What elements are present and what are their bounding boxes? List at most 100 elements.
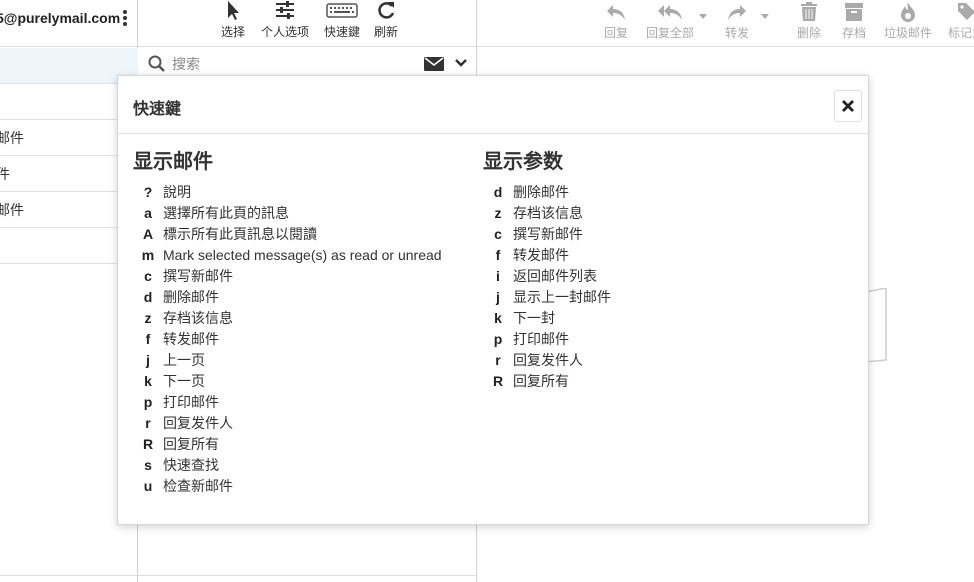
list-toolbar: 选择 个人选项 快速鍵 刷新: [138, 0, 477, 47]
preferences-label: 个人选项: [260, 25, 309, 39]
shortcut-key: p: [143, 394, 153, 410]
mark-button[interactable]: 标记为: [945, 0, 974, 46]
shortcut-key: z: [144, 310, 152, 326]
reply-all-icon: [658, 5, 682, 20]
shortcut-key: ?: [143, 184, 153, 200]
folder-label: 邮件: [0, 130, 24, 146]
reply-all-caret-icon[interactable]: [699, 14, 707, 19]
reply-all-label: 回复全部: [645, 26, 694, 40]
shortcut-description: 下一页: [163, 373, 205, 389]
shortcut-row: A 標示所有此頁訊息以閱讀: [133, 224, 442, 245]
shortcut-row: k 下一封: [483, 308, 611, 329]
shortcut-description: 快速查找: [163, 457, 219, 473]
shortcut-description: 存档该信息: [163, 310, 233, 326]
shortcut-row: d 删除邮件: [483, 182, 611, 203]
shortcut-row: z 存档该信息: [133, 308, 442, 329]
chevron-down-icon[interactable]: [455, 58, 467, 68]
dialog-header: 快速鍵: [118, 76, 868, 134]
shortcut-description: 說明: [163, 184, 191, 200]
select-button[interactable]: 选择: [216, 0, 250, 46]
shortcut-description: 存档该信息: [513, 205, 583, 221]
refresh-icon: [378, 2, 395, 19]
shortcut-row: c 撰写新邮件: [483, 224, 611, 245]
shortcut-row: j 上一页: [133, 350, 442, 371]
junk-button[interactable]: 垃圾邮件: [881, 0, 935, 46]
pointer-icon: [228, 1, 239, 20]
archive-button[interactable]: 存档: [840, 0, 868, 46]
shortcut-row: ? 說明: [133, 182, 442, 203]
section-heading: 显示参数: [483, 151, 563, 173]
shortcut-description: 標示所有此頁訊息以閱讀: [163, 226, 317, 242]
section-heading: 显示邮件: [133, 151, 213, 173]
shortcut-row: R 回复所有: [133, 434, 442, 455]
reply-all-button[interactable]: 回复全部: [644, 0, 696, 46]
list-footer-divider: [138, 575, 477, 576]
delete-button[interactable]: 删除: [795, 0, 823, 46]
shortcut-key: R: [492, 373, 504, 389]
shortcut-description: 打印邮件: [163, 394, 219, 410]
shortcuts-dialog: 快速鍵 显示邮件 ? 說明 a 選擇所有此頁的訊息 A 標示所有此頁訊息以閱讀 m Mark …: [117, 75, 869, 525]
shortcut-description: 返回邮件列表: [513, 268, 597, 284]
shortcut-description: 撰写新邮件: [513, 226, 583, 242]
sidebar-footer-divider: [0, 575, 138, 576]
shortcuts-button[interactable]: 快速鍵: [322, 0, 362, 46]
reply-label: 回复: [603, 26, 628, 40]
shortcut-description: 显示上一封邮件: [513, 289, 611, 305]
account-menu-icon[interactable]: [119, 8, 131, 30]
shortcut-row: p 打印邮件: [133, 392, 442, 413]
account-email: 5@purelymail.com: [0, 10, 121, 26]
shortcut-row: a 選擇所有此頁的訊息: [133, 203, 442, 224]
shortcut-key: p: [493, 331, 503, 347]
shortcut-row: f 转发邮件: [483, 245, 611, 266]
envelope-icon[interactable]: [424, 57, 444, 71]
refresh-label: 刷新: [373, 25, 398, 39]
select-label: 选择: [220, 25, 245, 39]
shortcut-row: m Mark selected message(s) as read or unr…: [133, 245, 442, 266]
shortcut-key: R: [142, 436, 154, 452]
shortcut-description: 删除邮件: [163, 289, 219, 305]
mark-label: 标记为: [947, 26, 974, 40]
shortcut-key: r: [145, 415, 151, 431]
delete-label: 删除: [796, 26, 821, 40]
shortcut-description: 回复发件人: [513, 352, 583, 368]
shortcut-description: 上一页: [163, 352, 205, 368]
shortcut-description: 撰写新邮件: [163, 268, 233, 284]
forward-button[interactable]: 转发: [722, 0, 752, 46]
shortcut-key: c: [144, 268, 152, 284]
shortcut-description: 转发邮件: [513, 247, 569, 263]
shortcut-description: 選擇所有此頁的訊息: [163, 205, 289, 221]
shortcut-row: p 打印邮件: [483, 329, 611, 350]
shortcut-description: 打印邮件: [513, 331, 569, 347]
tag-icon: [958, 3, 974, 20]
trash-icon: [801, 2, 817, 21]
shortcut-row: s 快速查找: [133, 455, 442, 476]
forward-caret-icon[interactable]: [761, 14, 769, 19]
shortcut-description: 下一封: [513, 310, 555, 326]
reply-button[interactable]: 回复: [601, 0, 631, 46]
close-button[interactable]: [834, 90, 862, 122]
shortcut-description: 检查新邮件: [163, 478, 233, 494]
shortcut-key: A: [142, 226, 154, 242]
search-input[interactable]: [172, 54, 412, 74]
message-toolbar: 回复 回复全部 转发 删除 存档 垃圾邮件 标记为: [477, 0, 974, 47]
shortcut-key: i: [496, 268, 500, 284]
archive-label: 存档: [841, 26, 866, 40]
shortcut-description: 回复所有: [163, 436, 219, 452]
preview-shortcuts-section: 显示参数 d 删除邮件 z 存档该信息 c 撰写新邮件 f 转发邮件 i 返回邮件列表 j 显示上一封…: [483, 148, 611, 392]
shortcut-description: 删除邮件: [513, 184, 569, 200]
keyboard-icon: [326, 3, 358, 18]
shortcut-row: z 存档该信息: [483, 203, 611, 224]
shortcut-key: c: [494, 226, 502, 242]
fire-icon: [901, 2, 915, 22]
shortcut-key: d: [493, 184, 503, 200]
shortcut-row: u 检查新邮件: [133, 476, 442, 497]
shortcut-key: d: [143, 289, 153, 305]
refresh-button[interactable]: 刷新: [371, 0, 401, 46]
junk-label: 垃圾邮件: [883, 26, 932, 40]
message-shortcuts-section: 显示邮件 ? 說明 a 選擇所有此頁的訊息 A 標示所有此頁訊息以閱讀 m Mark sele…: [133, 148, 442, 497]
shortcut-key: m: [141, 247, 155, 263]
shortcut-key: f: [495, 247, 501, 263]
preferences-button[interactable]: 个人选项: [259, 0, 311, 46]
shortcut-row: c 撰写新邮件: [133, 266, 442, 287]
shortcut-description: Mark selected message(s) as read or unre…: [163, 247, 442, 263]
